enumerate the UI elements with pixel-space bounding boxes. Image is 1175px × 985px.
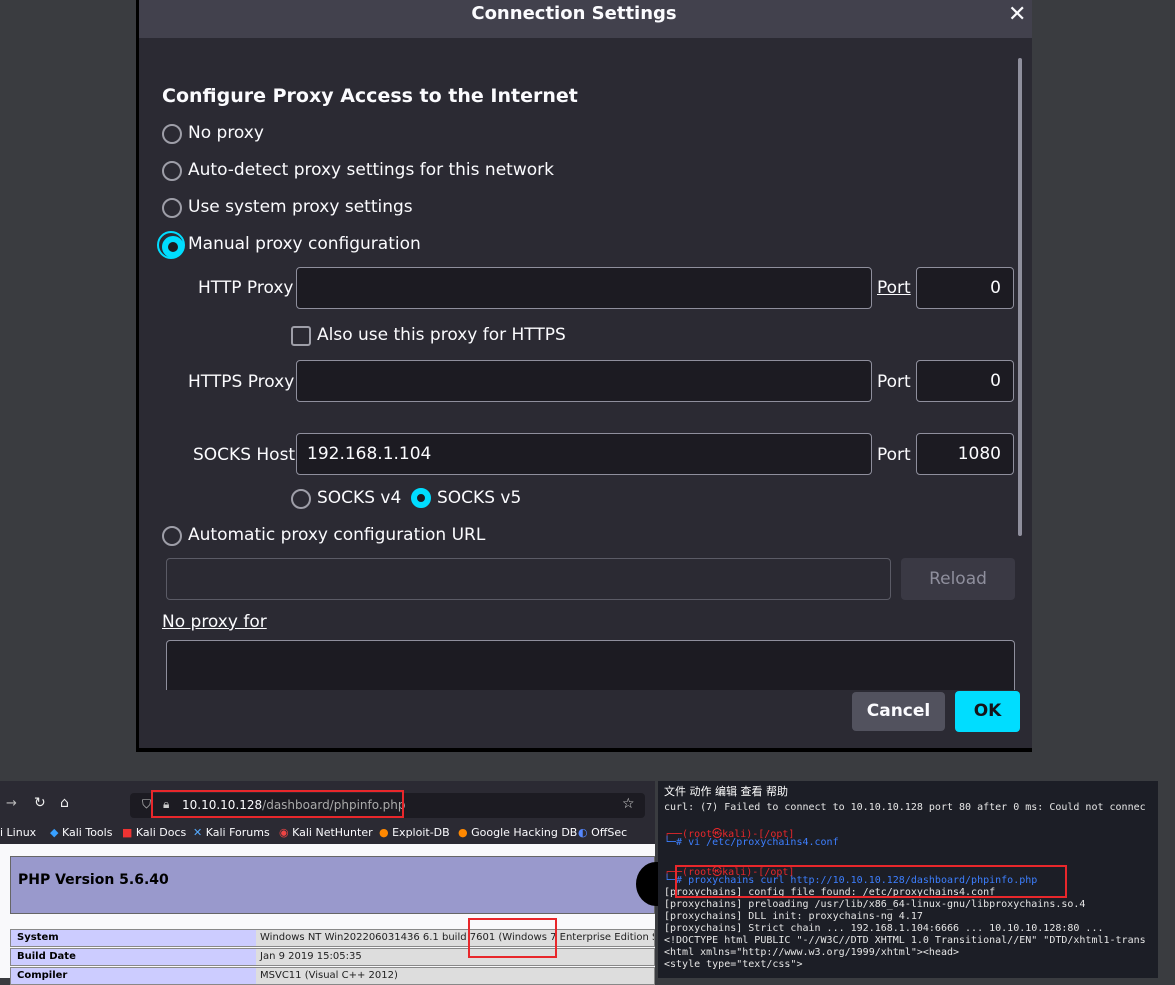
browser-tabstrip	[0, 781, 655, 789]
socks-v5-label[interactable]: SOCKS v5	[437, 488, 521, 508]
no-proxy-radio[interactable]	[162, 124, 182, 144]
auto-url-input[interactable]	[166, 558, 891, 600]
url-highlight-box	[151, 790, 404, 818]
bookmark-label: OffSec	[591, 826, 628, 839]
bookmark-label: Kali Docs	[135, 826, 187, 839]
terminal-line: <!DOCTYPE html PUBLIC "-//W3C//DTD XHTML…	[664, 935, 1146, 946]
system-proxy-radio[interactable]	[162, 198, 182, 218]
bookmark-label: Kali NetHunter	[292, 826, 373, 839]
socks-v4-radio[interactable]	[291, 489, 311, 509]
http-proxy-input[interactable]	[296, 267, 872, 309]
table-row: Compiler MSVC11 (Visual C++ 2012)	[10, 967, 655, 985]
bookmark-item[interactable]: ● Exploit-DB	[379, 826, 450, 839]
kali-icon: ◆	[50, 826, 62, 839]
dialog-title: Connection Settings	[471, 3, 677, 24]
no-proxy-for-textarea[interactable]	[166, 640, 1015, 690]
socks-v4-label[interactable]: SOCKS v4	[317, 488, 401, 508]
exploitdb-icon: ●	[379, 826, 393, 839]
https-proxy-label: HTTPS Proxy	[188, 372, 295, 392]
shield-icon[interactable]: ⛉	[142, 797, 151, 812]
bookmark-label: Exploit-DB	[392, 826, 450, 839]
auto-url-label[interactable]: Automatic proxy configuration URL	[188, 525, 485, 545]
row-key: System	[11, 930, 256, 946]
terminal-line: └─# vi /etc/proxychains4.conf	[664, 837, 839, 848]
also-https-checkbox[interactable]	[291, 326, 311, 346]
terminal-line: [proxychains] preloading /usr/lib/x86_64…	[664, 899, 1086, 910]
table-row: System Windows NT Win202206031436 6.1 bui…	[10, 929, 655, 947]
https-port-input[interactable]: 0	[916, 360, 1014, 402]
http-proxy-label: HTTP Proxy	[198, 278, 294, 298]
bookmark-label: Google Hacking DB	[471, 826, 578, 839]
manual-proxy-radio[interactable]	[162, 236, 184, 258]
os-highlight-box	[468, 918, 557, 958]
terminal-line: [proxychains] Strict chain ... 192.168.1…	[664, 923, 1104, 934]
terminal-line: [proxychains] DLL init: proxychains-ng 4…	[664, 911, 923, 922]
forums-icon: ✕	[193, 826, 206, 839]
socks-host-input[interactable]: 192.168.1.104	[296, 433, 872, 475]
reload-button[interactable]: Reload	[901, 558, 1015, 600]
bookmark-item[interactable]: ■ Kali Docs	[122, 826, 186, 839]
https-proxy-input[interactable]	[296, 360, 872, 402]
system-proxy-label[interactable]: Use system proxy settings	[188, 197, 413, 217]
auto-detect-radio[interactable]	[162, 161, 182, 181]
command-highlight-box	[675, 865, 1067, 898]
proxy-heading: Configure Proxy Access to the Internet	[162, 85, 578, 107]
star-icon[interactable]: ☆	[622, 796, 635, 812]
http-port-input[interactable]: 0	[916, 267, 1014, 309]
row-value: Windows NT Win202206031436 6.1 build 760…	[256, 930, 654, 946]
http-port-label: Port	[877, 278, 911, 298]
bookmark-label: Kali Forums	[205, 826, 270, 839]
also-https-label[interactable]: Also use this proxy for HTTPS	[317, 325, 566, 345]
socks-v5-radio[interactable]	[411, 488, 431, 508]
bookmark-item[interactable]: ◐ OffSec	[578, 826, 627, 839]
cancel-button[interactable]: Cancel	[852, 692, 945, 731]
auto-url-radio[interactable]	[162, 526, 182, 546]
row-key: Build Date	[11, 949, 256, 965]
terminal-line: <style type="text/css">	[664, 959, 803, 970]
no-proxy-for-label: No proxy for	[162, 612, 267, 632]
row-value: Jan 9 2019 15:05:35	[256, 949, 654, 965]
forward-icon[interactable]: →	[6, 796, 17, 811]
bookmark-item[interactable]: i Linux	[0, 826, 36, 839]
auto-detect-label[interactable]: Auto-detect proxy settings for this netw…	[188, 160, 554, 180]
socks-port-input[interactable]: 1080	[916, 433, 1014, 475]
bookmark-item[interactable]: ◉ Kali NetHunter	[279, 826, 373, 839]
close-icon[interactable]: ✕	[1008, 2, 1026, 27]
row-value: MSVC11 (Visual C++ 2012)	[256, 968, 654, 984]
ok-button[interactable]: OK	[955, 691, 1020, 732]
ghdb-icon: ●	[458, 826, 472, 839]
offsec-icon: ◐	[578, 826, 592, 839]
socks-port-label: Port	[877, 445, 911, 465]
socks-host-label: SOCKS Host	[193, 445, 296, 465]
docs-icon: ■	[122, 826, 136, 839]
bookmark-item[interactable]: ◆ Kali Tools	[50, 826, 112, 839]
terminal-line: <html xmlns="http://www.w3.org/1999/xhtm…	[664, 947, 960, 958]
no-proxy-label[interactable]: No proxy	[188, 123, 264, 143]
dialog-scrollbar[interactable]	[1018, 58, 1022, 536]
php-version: PHP Version 5.6.40	[18, 872, 169, 888]
bookmark-item[interactable]: ✕ Kali Forums	[193, 826, 270, 839]
home-icon[interactable]: ⌂	[60, 795, 69, 811]
row-key: Compiler	[11, 968, 256, 984]
table-row: Build Date Jan 9 2019 15:05:35	[10, 948, 655, 966]
nethunter-icon: ◉	[279, 826, 293, 839]
bookmark-item[interactable]: ● Google Hacking DB	[458, 826, 577, 839]
terminal-line: curl: (7) Failed to connect to 10.10.10.…	[664, 802, 1146, 813]
terminal-menu[interactable]: 文件 动作 编辑 查看 帮助	[664, 783, 788, 799]
https-port-label: Port	[877, 372, 911, 392]
manual-proxy-label[interactable]: Manual proxy configuration	[188, 234, 421, 254]
reload-icon[interactable]: ↻	[34, 795, 46, 811]
bookmark-label: Kali Tools	[61, 826, 113, 839]
